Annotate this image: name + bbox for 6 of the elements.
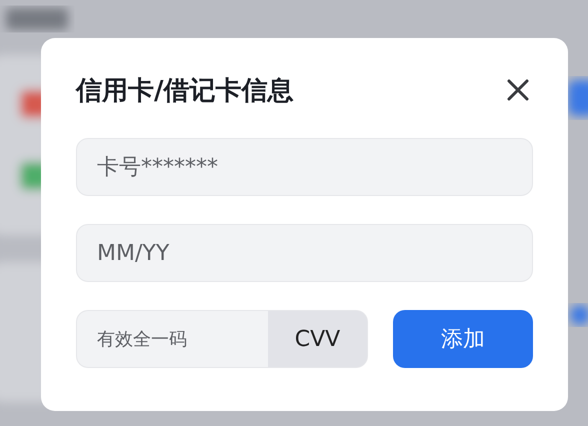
dialog-title: 信用卡/借记卡信息	[76, 74, 294, 108]
blurred-heading	[6, 8, 68, 30]
expiry-date-field[interactable]: MM/YY	[76, 224, 533, 282]
add-button[interactable]: 添加	[393, 310, 533, 368]
close-icon	[507, 79, 529, 101]
card-number-field[interactable]: 卡号*******	[76, 138, 533, 196]
